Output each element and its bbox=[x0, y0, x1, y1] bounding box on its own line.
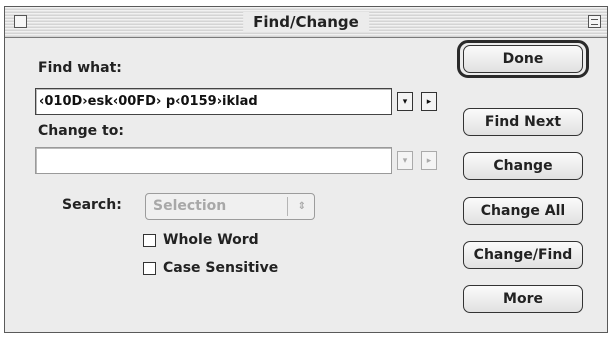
case-sensitive-label: Case Sensitive bbox=[163, 260, 279, 276]
change-history-dropdown-icon[interactable]: ▾ bbox=[397, 151, 413, 170]
whole-word-label: Whole Word bbox=[163, 232, 259, 248]
whole-word-checkbox[interactable] bbox=[143, 233, 156, 247]
find-history-dropdown-icon[interactable]: ▾ bbox=[397, 92, 413, 111]
search-label: Search: bbox=[62, 197, 122, 213]
window-title: Find/Change bbox=[243, 12, 369, 32]
zoom-box-icon[interactable] bbox=[588, 15, 601, 28]
more-button[interactable]: More bbox=[463, 285, 583, 313]
case-sensitive-checkbox[interactable] bbox=[143, 261, 156, 275]
find-what-field[interactable]: ‹010D›esk‹00FD› p‹0159›iklad bbox=[35, 88, 392, 115]
change-special-chars-icon[interactable]: ▸ bbox=[421, 151, 437, 170]
change-all-button[interactable]: Change All bbox=[463, 197, 583, 225]
title-bar[interactable]: Find/Change bbox=[5, 7, 607, 38]
change-to-field[interactable] bbox=[35, 147, 392, 174]
search-scope-value: Selection bbox=[153, 198, 227, 214]
change-find-button[interactable]: Change/Find bbox=[463, 241, 583, 269]
find-what-label: Find what: bbox=[38, 60, 122, 76]
whole-word-option[interactable]: Whole Word bbox=[143, 232, 259, 248]
case-sensitive-option[interactable]: Case Sensitive bbox=[143, 260, 278, 276]
done-button[interactable]: Done bbox=[463, 45, 583, 73]
search-scope-popup[interactable]: Selection ⇕ bbox=[145, 193, 315, 220]
find-special-chars-icon[interactable]: ▸ bbox=[421, 92, 437, 111]
find-next-button[interactable]: Find Next bbox=[463, 108, 583, 136]
find-change-dialog: Find/Change Find what: ‹010D›esk‹00FD› p… bbox=[4, 6, 608, 333]
popup-separator bbox=[287, 197, 288, 216]
close-box-icon[interactable] bbox=[14, 15, 27, 28]
change-to-label: Change to: bbox=[38, 123, 124, 139]
change-button[interactable]: Change bbox=[463, 152, 583, 180]
popup-arrows-icon: ⇕ bbox=[297, 201, 306, 212]
